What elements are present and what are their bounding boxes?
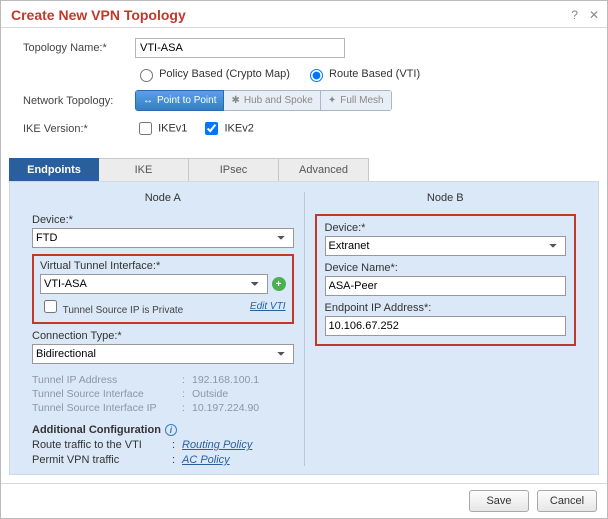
permit-vpn-label: Permit VPN traffic — [32, 454, 172, 466]
topology-p2p-button[interactable]: ↔ Point to Point — [135, 90, 224, 111]
topology-segmented: ↔ Point to Point ✱ Hub and Spoke ✦ Full … — [135, 90, 392, 111]
endpoint-ip-input[interactable] — [325, 316, 567, 336]
form-upper: Topology Name:* Policy Based (Crypto Map… — [1, 28, 607, 152]
tab-ipsec[interactable]: IPsec — [189, 158, 279, 181]
node-a-device-label: Device:* — [32, 214, 294, 226]
vpn-topology-dialog: Create New VPN Topology ? ✕ Topology Nam… — [0, 0, 608, 519]
full-label: Full Mesh — [340, 95, 383, 106]
tunnel-private-text: Tunnel Source IP is Private — [63, 305, 184, 316]
info-icon[interactable]: i — [165, 424, 177, 436]
p2p-icon: ↔ — [143, 95, 153, 106]
routing-policy-link[interactable]: Routing Policy — [182, 439, 252, 451]
tunnel-src-if-row: Tunnel Source Interface: Outside — [32, 388, 294, 400]
cancel-button[interactable]: Cancel — [537, 490, 597, 512]
tunnel-ip-label: Tunnel IP Address — [32, 374, 182, 386]
tab-ike[interactable]: IKE — [99, 158, 189, 181]
node-a-title: Node A — [32, 192, 294, 204]
endpoint-ip-label: Endpoint IP Address*: — [325, 302, 567, 314]
help-icon[interactable]: ? — [571, 8, 578, 22]
tunnel-src-ip-row: Tunnel Source Interface IP: 10.197.224.9… — [32, 402, 294, 414]
endpoints-panel: Node A Device:* FTD Virtual Tunnel Inter… — [9, 181, 599, 475]
policy-based-radio[interactable] — [140, 69, 153, 82]
ikev2-checkbox[interactable] — [205, 122, 218, 135]
additional-config-header: Additional Configuration — [32, 424, 161, 436]
tunnel-src-ip-value: 10.197.224.90 — [192, 402, 259, 414]
full-icon: ✦ — [328, 95, 336, 106]
ike-version-label: IKE Version:* — [23, 123, 135, 135]
route-based-text: Route Based (VTI) — [329, 68, 420, 80]
topology-name-input[interactable] — [135, 38, 345, 58]
tab-advanced[interactable]: Advanced — [279, 158, 369, 181]
node-b-title: Node B — [315, 192, 577, 204]
ikev1-label[interactable]: IKEv1 — [135, 119, 187, 138]
tunnel-src-ip-label: Tunnel Source Interface IP — [32, 402, 182, 414]
save-button[interactable]: Save — [469, 490, 529, 512]
hub-label: Hub and Spoke — [244, 95, 313, 106]
vti-label: Virtual Tunnel Interface:* — [40, 260, 286, 272]
tunnel-private-checkbox[interactable] — [44, 300, 57, 313]
close-icon[interactable]: ✕ — [589, 8, 599, 22]
ikev2-text: IKEv2 — [224, 122, 253, 134]
tunnel-ip-value: 192.168.100.1 — [192, 374, 259, 386]
dialog-footer: Save Cancel — [1, 483, 607, 518]
ikev1-text: IKEv1 — [158, 122, 187, 134]
node-b-device-label: Device:* — [325, 222, 567, 234]
node-b-box: Device:* Extranet Device Name*: Endpoint… — [315, 214, 577, 346]
network-topology-label: Network Topology: — [23, 95, 135, 107]
topology-hub-button: ✱ Hub and Spoke — [224, 90, 320, 111]
topology-full-button: ✦ Full Mesh — [321, 90, 392, 111]
additional-config: Additional Configuration i Route traffic… — [32, 424, 294, 466]
route-based-radio-label[interactable]: Route Based (VTI) — [305, 68, 420, 80]
edit-vti-link[interactable]: Edit VTI — [250, 301, 286, 312]
tunnel-src-if-label: Tunnel Source Interface — [32, 388, 182, 400]
route-traffic-label: Route traffic to the VTI — [32, 439, 172, 451]
node-b-device-select[interactable]: Extranet — [325, 236, 567, 256]
connection-type-label: Connection Type:* — [32, 330, 294, 342]
tabs: Endpoints IKE IPsec Advanced — [9, 158, 607, 181]
policy-based-radio-label[interactable]: Policy Based (Crypto Map) — [135, 68, 293, 80]
ikev1-checkbox[interactable] — [139, 122, 152, 135]
connection-type-select[interactable]: Bidirectional — [32, 344, 294, 364]
hub-icon: ✱ — [231, 95, 239, 106]
tunnel-src-if-value: Outside — [192, 388, 228, 400]
tunnel-private-label[interactable]: Tunnel Source IP is Private — [40, 297, 183, 316]
ikev2-label[interactable]: IKEv2 — [201, 119, 253, 138]
node-a-column: Node A Device:* FTD Virtual Tunnel Inter… — [22, 192, 304, 466]
device-name-label: Device Name*: — [325, 262, 567, 274]
dialog-titlebar: Create New VPN Topology ? ✕ — [1, 1, 607, 28]
node-b-column: Node B Device:* Extranet Device Name*: E… — [304, 192, 587, 466]
device-name-input[interactable] — [325, 276, 567, 296]
node-a-device-select[interactable]: FTD — [32, 228, 294, 248]
ac-policy-link[interactable]: AC Policy — [182, 454, 230, 466]
add-vti-icon[interactable]: + — [272, 277, 286, 291]
p2p-label: Point to Point — [157, 95, 216, 106]
dialog-title: Create New VPN Topology — [11, 7, 186, 23]
node-a-vti-box: Virtual Tunnel Interface:* VTI-ASA + Tun… — [32, 254, 294, 324]
tab-endpoints[interactable]: Endpoints — [9, 158, 99, 181]
route-based-radio[interactable] — [310, 69, 323, 82]
policy-based-text: Policy Based (Crypto Map) — [159, 68, 290, 80]
vti-select[interactable]: VTI-ASA — [40, 274, 268, 294]
topology-name-label: Topology Name:* — [23, 42, 135, 54]
tunnel-ip-row: Tunnel IP Address: 192.168.100.1 — [32, 374, 294, 386]
